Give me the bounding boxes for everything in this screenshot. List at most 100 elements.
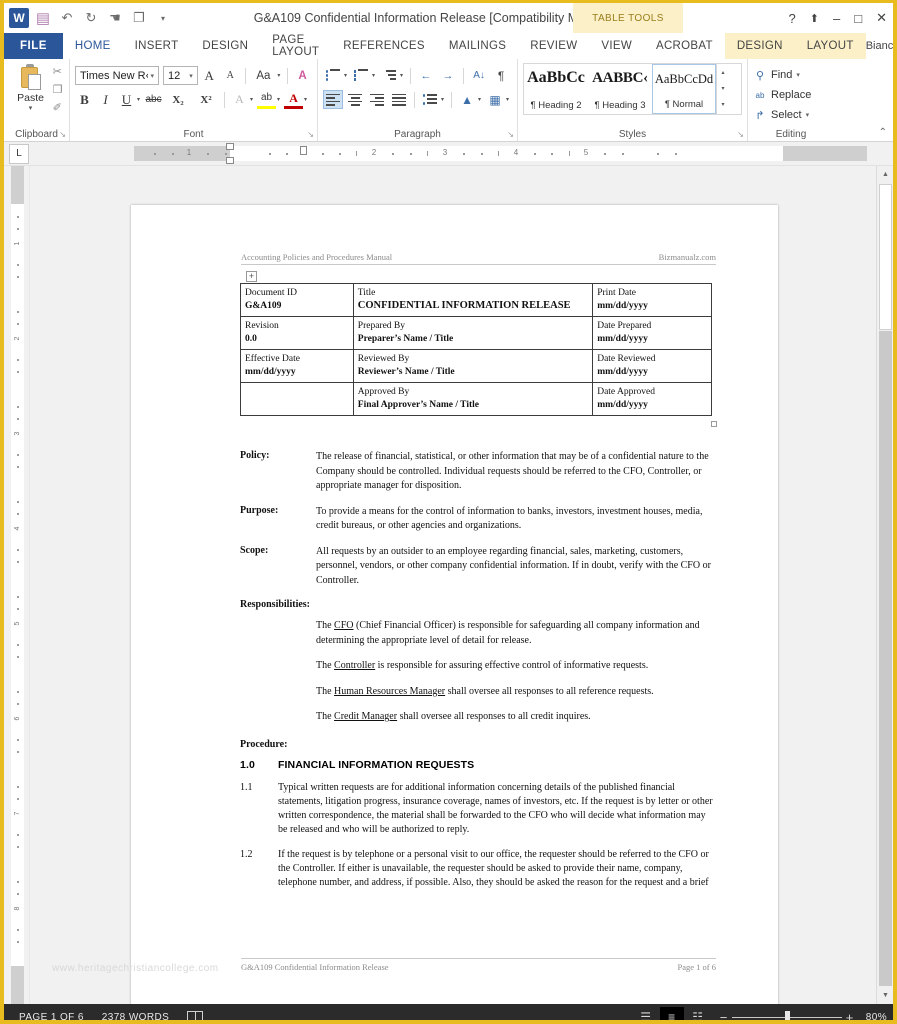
- font-dialog-launcher[interactable]: ↘: [307, 130, 314, 139]
- chevron-down-icon[interactable]: ▾: [344, 72, 347, 79]
- document-info-table[interactable]: Document ID G&A109 Title CONFIDENTIAL IN…: [240, 283, 712, 416]
- chevron-down-icon[interactable]: ▾: [304, 96, 307, 103]
- customize-qat-icon[interactable]: ▾: [152, 7, 174, 29]
- shrink-font-icon[interactable]: A: [221, 66, 240, 85]
- grow-font-icon[interactable]: A: [200, 66, 219, 85]
- restore-button[interactable]: □: [854, 11, 862, 26]
- collapse-ribbon-icon[interactable]: ⌃: [879, 127, 887, 138]
- vertical-ruler[interactable]: 1 2 3 4 5 6 7 8: [4, 166, 30, 1004]
- zoom-track[interactable]: [731, 1010, 842, 1020]
- text-effects-icon[interactable]: A: [230, 90, 249, 109]
- styles-scroll-down-icon[interactable]: ▾: [717, 81, 729, 97]
- tab-acrobat[interactable]: ACROBAT: [644, 33, 725, 59]
- underline-button[interactable]: U: [117, 90, 136, 109]
- touch-mode-icon[interactable]: ☚: [104, 7, 126, 29]
- superscript-button[interactable]: X²: [193, 90, 219, 109]
- tab-design[interactable]: DESIGN: [190, 33, 260, 59]
- numbering-icon[interactable]: [351, 66, 371, 85]
- table-row[interactable]: Effective Date mm/dd/yyyy Reviewed By Re…: [240, 349, 712, 383]
- table-cell-title[interactable]: Title CONFIDENTIAL INFORMATION RELEASE: [352, 283, 594, 317]
- chevron-down-icon[interactable]: ▾: [277, 72, 280, 79]
- clear-formatting-icon[interactable]: A: [293, 66, 312, 85]
- help-button[interactable]: ?: [789, 11, 796, 26]
- table-cell-approved-by[interactable]: Approved By Final Approver’s Name / Titl…: [352, 382, 594, 416]
- copy-icon[interactable]: ❐: [128, 7, 150, 29]
- decrease-indent-icon[interactable]: ←: [416, 66, 436, 85]
- styles-scroll-up-icon[interactable]: ▴: [717, 65, 729, 81]
- tab-file[interactable]: FILE: [4, 33, 63, 59]
- proofing-errors-icon[interactable]: [178, 1011, 212, 1020]
- chevron-down-icon[interactable]: ▾: [796, 71, 800, 79]
- paste-button[interactable]: Paste ▾: [11, 62, 51, 112]
- align-left-icon[interactable]: [323, 90, 343, 109]
- style-heading-2[interactable]: AaBbCc ¶ Heading 2: [524, 64, 588, 114]
- borders-icon[interactable]: ▦: [485, 90, 505, 109]
- print-layout-view-button[interactable]: ≡: [659, 1007, 684, 1020]
- redo-icon[interactable]: ↻: [80, 7, 102, 29]
- sort-icon[interactable]: A ↓: [469, 66, 489, 85]
- chevron-down-icon[interactable]: ▾: [441, 96, 444, 103]
- line-spacing-icon[interactable]: [420, 90, 440, 109]
- font-name-combo[interactable]: Times New R‹ ▾: [75, 66, 159, 85]
- chevron-down-icon[interactable]: ▾: [29, 104, 33, 112]
- bullets-icon[interactable]: [323, 66, 343, 85]
- justify-icon[interactable]: [389, 90, 409, 109]
- user-name-label[interactable]: Bianca...: [866, 40, 893, 52]
- chevron-down-icon[interactable]: ▾: [506, 96, 509, 103]
- table-cell-reviewed-by[interactable]: Reviewed By Reviewer’s Name / Title: [352, 349, 594, 383]
- chevron-down-icon[interactable]: ▾: [806, 111, 810, 119]
- table-resize-handle[interactable]: [711, 421, 717, 427]
- font-size-combo[interactable]: 12 ▾: [163, 66, 198, 85]
- find-button[interactable]: ⚲ Find ▾: [753, 65, 829, 85]
- word-count[interactable]: 2378 WORDS: [93, 1012, 178, 1021]
- table-cell-revision[interactable]: Revision 0.0: [240, 316, 354, 350]
- document-scroll-region[interactable]: Accounting Policies and Procedures Manua…: [30, 166, 893, 1004]
- strikethrough-button[interactable]: abc: [144, 90, 163, 109]
- left-indent-marker[interactable]: [300, 146, 307, 155]
- table-cell-date-approved[interactable]: Date Approved mm/dd/yyyy: [592, 382, 712, 416]
- tab-references[interactable]: REFERENCES: [331, 33, 437, 59]
- zoom-level-label[interactable]: 80%: [862, 1012, 887, 1021]
- vertical-scrollbar[interactable]: ▲ ▼: [876, 166, 893, 1004]
- paragraph-dialog-launcher[interactable]: ↘: [507, 130, 514, 139]
- document-page[interactable]: Accounting Policies and Procedures Manua…: [131, 205, 778, 1004]
- table-cell-document-id[interactable]: Document ID G&A109: [240, 283, 354, 317]
- increase-indent-icon[interactable]: →: [438, 66, 458, 85]
- chevron-down-icon[interactable]: ▾: [277, 96, 280, 103]
- clipboard-dialog-launcher[interactable]: ↘: [59, 130, 66, 139]
- scroll-down-icon[interactable]: ▼: [877, 987, 893, 1004]
- copy-icon[interactable]: ❐: [53, 83, 63, 98]
- chevron-down-icon[interactable]: ▾: [400, 72, 403, 79]
- table-row[interactable]: Revision 0.0 Prepared By Preparer’s Name…: [240, 316, 712, 350]
- multilevel-list-icon[interactable]: [379, 66, 399, 85]
- tab-mailings[interactable]: MAILINGS: [437, 33, 518, 59]
- styles-dialog-launcher[interactable]: ↘: [737, 130, 744, 139]
- tab-table-design[interactable]: DESIGN: [724, 33, 795, 59]
- table-row[interactable]: Approved By Final Approver’s Name / Titl…: [240, 382, 712, 416]
- align-center-icon[interactable]: [345, 90, 365, 109]
- hanging-indent-marker[interactable]: [226, 157, 234, 164]
- tab-table-layout[interactable]: LAYOUT: [794, 33, 866, 59]
- tab-insert[interactable]: INSERT: [123, 33, 191, 59]
- table-cell-date-reviewed[interactable]: Date Reviewed mm/dd/yyyy: [592, 349, 712, 383]
- scroll-up-icon[interactable]: ▲: [877, 166, 893, 183]
- tab-home[interactable]: HOME: [62, 33, 123, 59]
- bold-button[interactable]: B: [75, 90, 94, 109]
- chevron-down-icon[interactable]: ▾: [187, 72, 195, 80]
- font-color-icon[interactable]: A: [284, 90, 304, 109]
- table-cell-effective-date[interactable]: Effective Date mm/dd/yyyy: [240, 349, 354, 383]
- document-body[interactable]: Policy: The release of financial, statis…: [240, 450, 716, 901]
- minimize-button[interactable]: –: [833, 11, 840, 26]
- change-case-icon[interactable]: Aa: [250, 66, 276, 85]
- chevron-down-icon[interactable]: ▾: [137, 96, 140, 103]
- horizontal-ruler[interactable]: 1 1 2 3 4 5: [134, 143, 867, 164]
- zoom-in-button[interactable]: +: [846, 1010, 854, 1021]
- zoom-slider[interactable]: − +: [720, 1010, 854, 1021]
- zoom-thumb[interactable]: [784, 1010, 790, 1020]
- cut-icon[interactable]: ✂: [53, 65, 63, 80]
- italic-button[interactable]: I: [96, 90, 115, 109]
- table-cell-print-date[interactable]: Print Date mm/dd/yyyy: [592, 283, 712, 317]
- page-indicator[interactable]: PAGE 1 OF 6: [10, 1012, 93, 1021]
- tab-page-layout[interactable]: PAGE LAYOUT: [260, 33, 331, 59]
- shading-icon[interactable]: ▲: [457, 90, 477, 109]
